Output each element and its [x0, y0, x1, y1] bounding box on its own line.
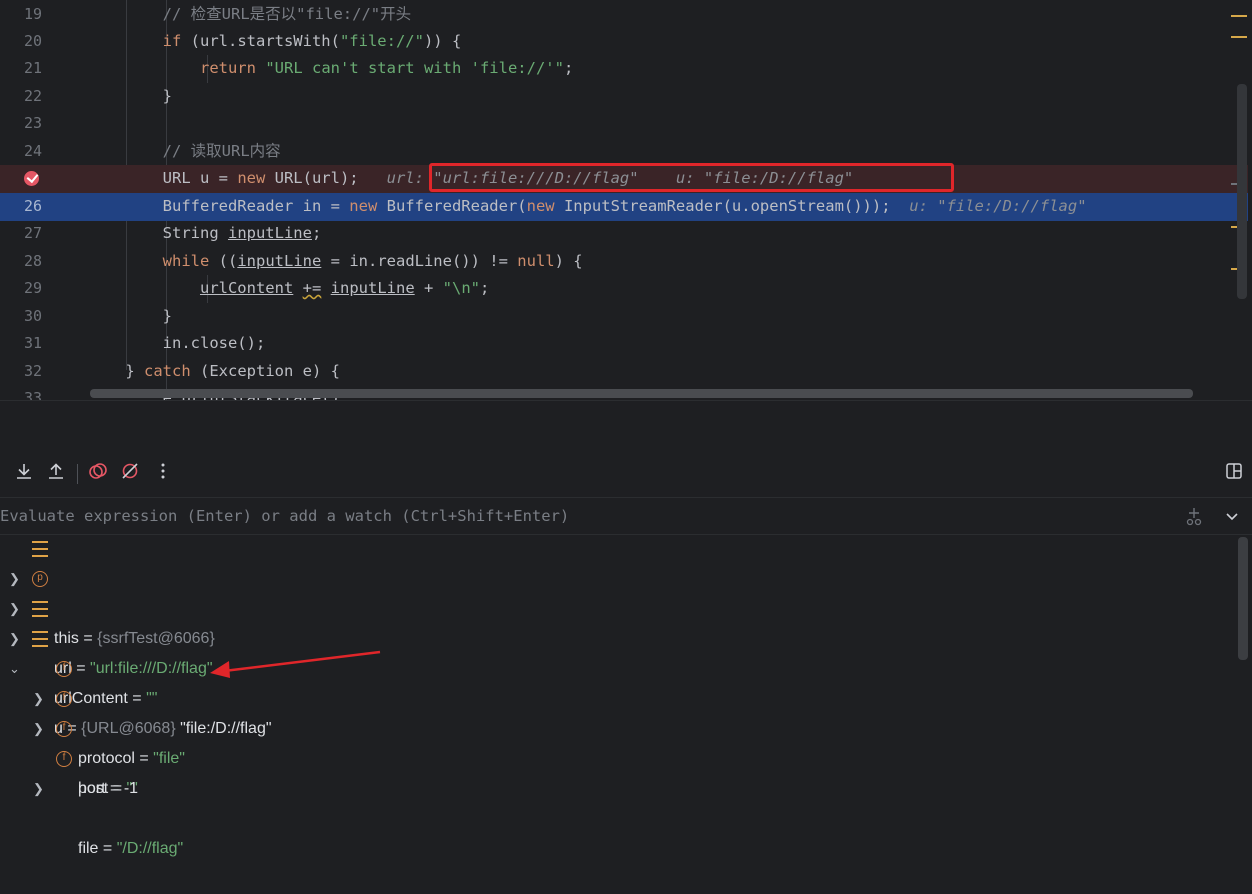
variable-text: file = "/D://flag" [78, 834, 183, 864]
variable-name: port [78, 780, 106, 797]
equals-sign: = [98, 840, 117, 857]
annotation-arrow [210, 650, 381, 678]
chevron-right-icon[interactable]: ❯ [33, 774, 44, 804]
variable-name: file [78, 840, 99, 857]
variable-value: -1 [123, 780, 139, 797]
variable-value: "/D://flag" [116, 840, 184, 857]
variable-text: port = -1 [78, 774, 138, 804]
equals-sign: = [105, 780, 124, 797]
